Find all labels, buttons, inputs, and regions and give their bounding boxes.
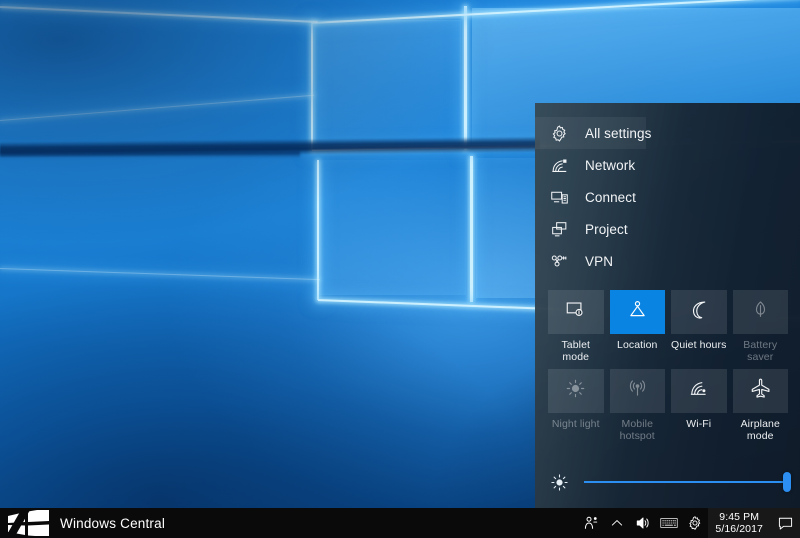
quick-action-label: Tablet mode — [548, 339, 604, 363]
battery-saver-leaf-icon — [750, 299, 771, 325]
wallpaper-glow-line-vertical-left — [311, 22, 313, 150]
wallpaper-glow-line-vertical-left-lower — [317, 160, 319, 300]
wallpaper-pane-top-left — [313, 20, 461, 148]
quick-action-battery-saver[interactable]: Battery saver — [733, 290, 789, 363]
system-tray: 9:45 PM 5/16/2017 — [578, 508, 800, 538]
brightness-slider-thumb[interactable] — [783, 472, 791, 492]
menu-item-label: Connect — [585, 190, 636, 205]
volume-speaker-icon[interactable] — [630, 508, 656, 538]
taskbar-brand-label: Windows Central — [60, 516, 165, 531]
quick-actions-row: Tablet mode Location — [548, 290, 788, 363]
menu-item-project[interactable]: Project — [535, 213, 800, 245]
wallpaper-glow-line-vertical-center-lower — [470, 156, 473, 302]
quick-action-label: Wi-Fi — [671, 418, 727, 430]
mobile-hotspot-icon — [627, 378, 648, 404]
quick-action-tile[interactable] — [733, 290, 789, 334]
quick-action-label: Night light — [548, 418, 604, 430]
vpn-icon — [548, 250, 570, 272]
menu-item-all-settings[interactable]: All settings — [535, 117, 800, 149]
quick-action-tile[interactable] — [671, 369, 727, 413]
brightness-slider-fill — [584, 481, 788, 483]
quick-action-label: Mobile hotspot — [610, 418, 666, 442]
connect-icon — [548, 186, 570, 208]
wallpaper-glow-line-horizontal-top — [312, 0, 800, 24]
show-hidden-icons-chevron-up-icon[interactable] — [604, 508, 630, 538]
menu-item-vpn[interactable]: VPN — [535, 245, 800, 277]
menu-item-label: Network — [585, 158, 635, 173]
windows-central-logo — [4, 510, 54, 536]
quick-action-mobile-hotspot[interactable]: Mobile hotspot — [610, 369, 666, 442]
wallpaper-dark-band-secondary — [0, 148, 300, 158]
wallpaper-pane-bottom-left — [318, 160, 466, 295]
quick-actions-grid: Tablet mode Location — [548, 290, 788, 448]
quick-action-tile[interactable] — [610, 290, 666, 334]
quick-actions-row: Night light Mobile hotspo — [548, 369, 788, 442]
touch-keyboard-icon[interactable] — [656, 508, 682, 538]
quick-action-label: Battery saver — [733, 339, 789, 363]
clock-date: 5/16/2017 — [715, 523, 763, 535]
quick-action-label: Location — [610, 339, 666, 351]
action-center-icon[interactable] — [770, 508, 800, 538]
tablet-mode-icon — [565, 299, 586, 325]
taskbar-brand: Windows Central — [0, 508, 165, 538]
quick-action-tile[interactable] — [733, 369, 789, 413]
menu-item-network[interactable]: Network — [535, 149, 800, 181]
wifi-icon — [688, 378, 709, 404]
menu-item-label: VPN — [585, 254, 613, 269]
airplane-icon — [750, 378, 771, 404]
action-center-panel: All settings Network — [535, 103, 800, 508]
quick-action-label: Quiet hours — [671, 339, 727, 351]
wallpaper-light-streak-upper — [0, 6, 318, 23]
quick-action-airplane-mode[interactable]: Airplane mode — [733, 369, 789, 442]
quick-action-tile[interactable] — [671, 290, 727, 334]
night-light-sun-icon — [565, 378, 586, 404]
wallpaper-glow-line-vertical-center — [464, 6, 467, 150]
location-icon — [627, 299, 648, 325]
quick-action-tile[interactable] — [548, 290, 604, 334]
people-icon[interactable] — [578, 508, 604, 538]
desktop-screen: All settings Network — [0, 0, 800, 538]
menu-item-connect[interactable]: Connect — [535, 181, 800, 213]
quick-action-wifi[interactable]: Wi-Fi — [671, 369, 727, 442]
wallpaper-light-streak-lower — [0, 268, 320, 280]
network-wifi-icon — [548, 154, 570, 176]
action-center-menu: All settings Network — [535, 103, 800, 277]
moon-icon — [688, 299, 709, 325]
wallpaper-light-streak-mid — [0, 95, 314, 121]
taskbar-clock[interactable]: 9:45 PM 5/16/2017 — [708, 508, 770, 538]
menu-item-label: Project — [585, 222, 628, 237]
quick-action-tile[interactable] — [548, 369, 604, 413]
brightness-sun-icon — [548, 471, 570, 493]
quick-action-tablet-mode[interactable]: Tablet mode — [548, 290, 604, 363]
quick-action-tile[interactable] — [610, 369, 666, 413]
project-icon — [548, 218, 570, 240]
gear-icon — [548, 122, 570, 144]
quick-action-night-light[interactable]: Night light — [548, 369, 604, 442]
menu-item-label: All settings — [585, 126, 651, 141]
clock-time: 9:45 PM — [719, 511, 759, 523]
taskbar: Windows Central — [0, 508, 800, 538]
quick-action-location[interactable]: Location — [610, 290, 666, 363]
quick-action-label: Airplane mode — [733, 418, 789, 442]
brightness-slider-row[interactable] — [548, 465, 788, 499]
brightness-slider-track[interactable] — [584, 481, 788, 483]
quick-action-quiet-hours[interactable]: Quiet hours — [671, 290, 727, 363]
gear-icon[interactable] — [682, 508, 708, 538]
